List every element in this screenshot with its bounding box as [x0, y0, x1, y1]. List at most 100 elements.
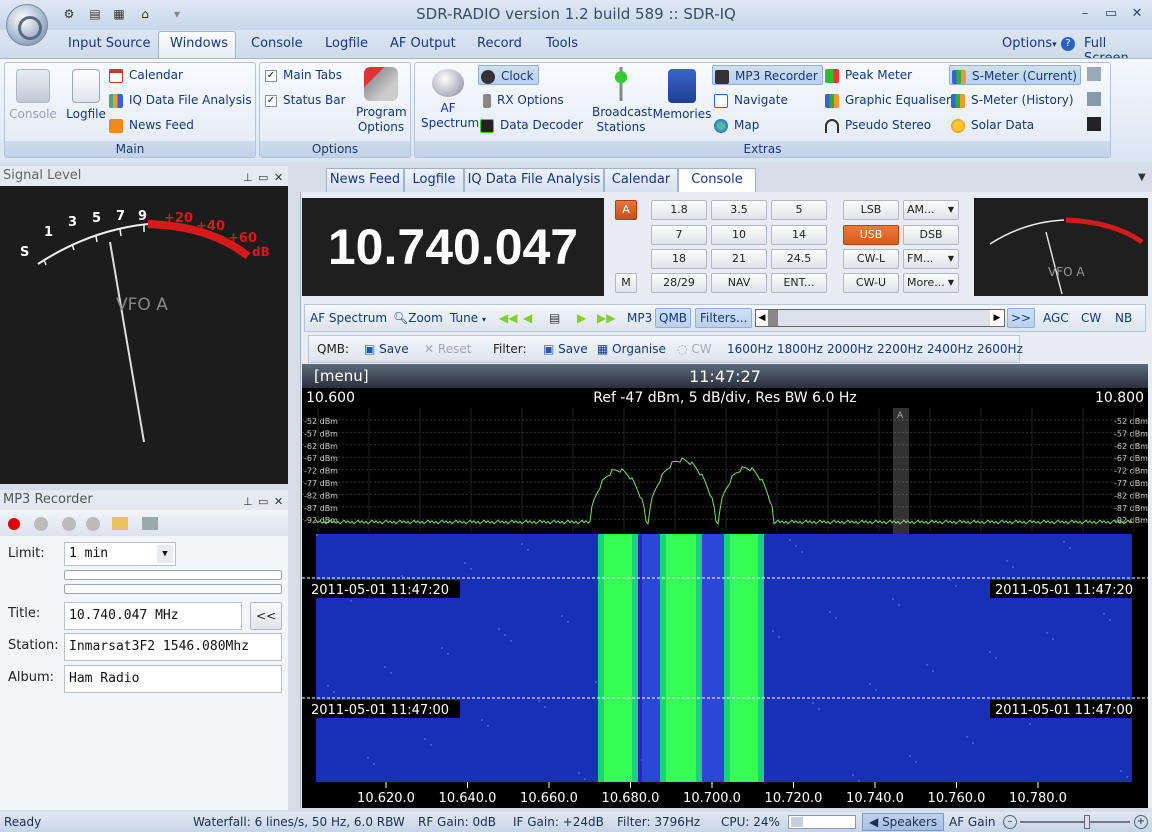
menu-logfile[interactable]: Logfile — [325, 36, 368, 51]
band-button[interactable]: 3.5 — [711, 200, 767, 220]
band-button[interactable]: ENT... — [771, 273, 827, 293]
agc-button[interactable]: AGC — [1043, 311, 1069, 325]
pseudo-stereo-button[interactable]: Pseudo Stereo — [825, 115, 931, 135]
mode-button[interactable]: More... ▼ — [903, 273, 959, 293]
menu-console[interactable]: Console — [251, 36, 303, 51]
af-gain-slider-thumb[interactable] — [1084, 815, 1090, 829]
tab-iq-analysis[interactable]: IQ Data File Analysis — [464, 168, 604, 192]
band-button[interactable]: 24.5 — [771, 249, 827, 269]
graphic-equaliser-button[interactable]: Graphic Equaliser — [825, 90, 951, 110]
memories-button[interactable]: Memories — [651, 69, 713, 122]
pause-icon[interactable] — [86, 517, 100, 531]
application-menu-button[interactable] — [6, 4, 48, 46]
maximize-icon[interactable]: ▭ — [258, 168, 268, 188]
band-button[interactable]: NAV — [711, 273, 767, 293]
clock-button[interactable]: Clock — [478, 65, 539, 85]
forward-fast-icon[interactable]: ▶▶ — [597, 311, 615, 325]
map-button[interactable]: Map — [714, 115, 759, 135]
rewind-icon[interactable] — [62, 517, 76, 531]
iq-analysis-button[interactable]: IQ Data File Analysis — [109, 90, 252, 110]
status-bar-checkbox[interactable]: ✓ Status Bar — [265, 90, 346, 110]
navigate-button[interactable]: Navigate — [714, 90, 788, 110]
settings-icon[interactable] — [142, 517, 158, 530]
pin-icon[interactable]: ⊥ — [243, 168, 253, 188]
qat-dropdown-icon[interactable]: ▾ — [168, 6, 186, 22]
folder-icon[interactable] — [112, 517, 128, 530]
bw-1800-button[interactable]: 1800Hz — [777, 342, 823, 356]
smeter-history-button[interactable]: S-Meter (History) — [951, 90, 1074, 110]
frequency-display[interactable]: 10.740.047 — [302, 198, 604, 296]
af-spectrum-button[interactable]: AF Spectrum — [419, 69, 479, 131]
terminal-icon[interactable] — [1087, 117, 1101, 131]
band-button[interactable]: 5 — [771, 200, 827, 220]
console-button[interactable]: Console — [7, 69, 59, 122]
scroll-thumb[interactable] — [768, 310, 778, 326]
bw-2400-button[interactable]: 2400Hz — [927, 342, 973, 356]
mode-button[interactable]: DSB — [903, 225, 959, 245]
band-button[interactable]: 7 — [651, 225, 707, 245]
settings-icon[interactable]: ⚙ — [60, 6, 78, 22]
title-field[interactable]: 10.740.047 MHz — [64, 602, 242, 630]
scroll-left-icon[interactable]: ◀ — [756, 310, 768, 326]
rewind-fast-icon[interactable]: ◀◀ — [499, 311, 517, 325]
filters-button[interactable]: Filters... — [695, 308, 753, 328]
bw-2200-button[interactable]: 2200Hz — [877, 342, 923, 356]
album-field[interactable]: Ham Radio — [64, 665, 282, 693]
rewind-icon[interactable]: ◀ — [523, 311, 532, 325]
mode-button[interactable]: USB — [843, 225, 899, 245]
band-button[interactable]: 1.8 — [651, 200, 707, 220]
record-icon[interactable] — [8, 518, 20, 530]
spectrum-display[interactable]: [menu] 11:47:27 10.600 Ref -47 dBm, 5 dB… — [302, 364, 1148, 808]
broadcast-stations-button[interactable]: Broadcast Stations — [591, 67, 652, 135]
bw-1600-button[interactable]: 1600Hz — [727, 342, 773, 356]
cw-button[interactable]: CW — [1081, 311, 1101, 325]
mode-button[interactable]: CW-U — [843, 273, 899, 293]
band-button[interactable]: 14 — [771, 225, 827, 245]
station-field[interactable]: Inmarsat3F2 1546.080Mhz — [64, 633, 282, 661]
nb-button[interactable]: NB — [1115, 311, 1132, 325]
close-icon[interactable]: ✕ — [274, 492, 283, 512]
volume-down-icon[interactable]: – — [1003, 815, 1017, 829]
close-icon[interactable]: ✕ — [274, 168, 283, 188]
filter-cw-button[interactable]: ◌ CW — [677, 342, 712, 356]
maximize-icon[interactable]: ▭ — [258, 492, 268, 512]
chevron-down-icon[interactable]: ▼ — [157, 545, 173, 563]
list-icon[interactable]: ▤ — [549, 311, 560, 325]
peak-meter-button[interactable]: Peak Meter — [825, 65, 912, 85]
main-tabs-checkbox[interactable]: ✓ Main Tabs — [265, 65, 342, 85]
rx-options-button[interactable]: RX Options — [480, 90, 564, 110]
program-options-button[interactable]: Program Options — [353, 67, 409, 135]
menu-record[interactable]: Record — [477, 36, 522, 51]
speakers-button[interactable]: ◀ Speakers — [862, 813, 945, 831]
tuning-scrollbar[interactable]: ◀ ▶ — [755, 309, 1005, 327]
mode-button[interactable]: CW-L — [843, 249, 899, 269]
menu-windows[interactable]: Windows — [170, 36, 228, 51]
volume-up-icon[interactable]: + — [1134, 815, 1148, 829]
smeter-current-button[interactable]: S-Meter (Current) — [949, 65, 1081, 85]
band-button[interactable]: 10 — [711, 225, 767, 245]
pin-icon[interactable]: ⊥ — [243, 492, 253, 512]
vfo-a-button[interactable]: A — [615, 200, 637, 220]
bw-2600-button[interactable]: 2600Hz — [977, 342, 1023, 356]
organise-button[interactable]: ▦ Organise — [597, 342, 666, 356]
bw-2000-button[interactable]: 2000Hz — [827, 342, 873, 356]
tool-icon[interactable] — [1087, 92, 1101, 106]
list-icon[interactable]: ▤ — [86, 6, 104, 22]
tab-dropdown-icon[interactable]: ▼ — [1138, 172, 1146, 183]
satellite-icon[interactable] — [1087, 67, 1101, 81]
data-decoder-button[interactable]: Data Decoder — [480, 115, 583, 135]
close-button[interactable]: ✕ — [1126, 4, 1148, 24]
menu-options[interactable]: Options▾ — [1002, 36, 1057, 51]
zoom-button[interactable]: 🔍︎Zoom — [393, 311, 443, 325]
limit-select[interactable]: 1 min ▼ — [64, 542, 176, 566]
mode-button[interactable]: LSB — [843, 200, 899, 220]
menu-af-output[interactable]: AF Output — [390, 36, 456, 51]
af-gain-slider[interactable] — [1020, 815, 1130, 829]
forward-icon[interactable]: ▶ — [577, 311, 586, 325]
calendar-icon[interactable]: ▦ — [110, 6, 128, 22]
more-button[interactable]: >> — [1007, 308, 1036, 328]
solar-data-button[interactable]: Solar Data — [951, 115, 1034, 135]
band-button[interactable]: 28/29 — [651, 273, 707, 293]
menu-tools[interactable]: Tools — [546, 36, 578, 51]
tune-button[interactable]: Tune ▾ — [450, 311, 486, 325]
